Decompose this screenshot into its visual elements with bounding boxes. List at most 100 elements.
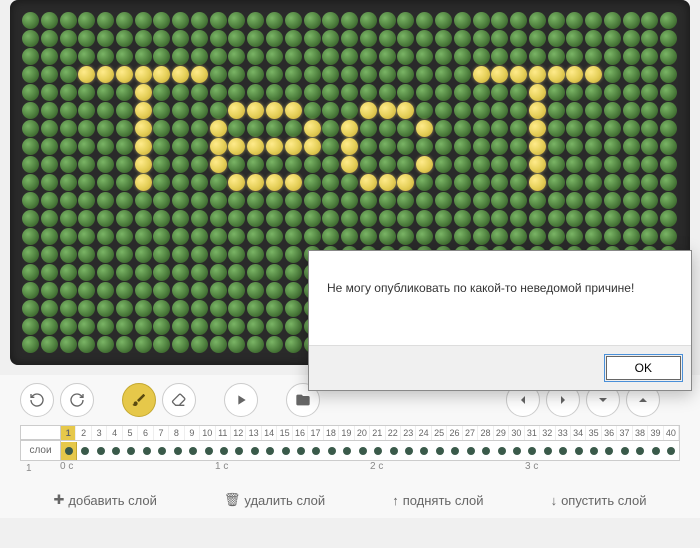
led-pixel[interactable] <box>454 12 471 29</box>
led-pixel[interactable] <box>22 228 39 245</box>
led-pixel[interactable] <box>585 138 602 155</box>
led-pixel[interactable] <box>304 12 321 29</box>
led-pixel[interactable] <box>379 138 396 155</box>
led-pixel[interactable] <box>210 192 227 209</box>
led-pixel[interactable] <box>266 282 283 299</box>
led-pixel[interactable] <box>360 156 377 173</box>
led-pixel[interactable] <box>548 210 565 227</box>
led-pixel[interactable] <box>566 120 583 137</box>
led-pixel[interactable] <box>97 30 114 47</box>
led-pixel[interactable] <box>266 12 283 29</box>
timeline-cell[interactable] <box>401 442 416 460</box>
led-pixel[interactable] <box>304 138 321 155</box>
led-pixel[interactable] <box>116 102 133 119</box>
led-pixel[interactable] <box>266 210 283 227</box>
led-pixel[interactable] <box>135 192 152 209</box>
led-pixel[interactable] <box>322 138 339 155</box>
led-pixel[interactable] <box>116 228 133 245</box>
led-pixel[interactable] <box>416 66 433 83</box>
led-pixel[interactable] <box>641 192 658 209</box>
led-pixel[interactable] <box>604 102 621 119</box>
led-pixel[interactable] <box>510 138 527 155</box>
led-pixel[interactable] <box>60 228 77 245</box>
led-pixel[interactable] <box>341 228 358 245</box>
led-pixel[interactable] <box>604 174 621 191</box>
frame-number[interactable]: 28 <box>478 426 493 440</box>
led-pixel[interactable] <box>78 12 95 29</box>
led-pixel[interactable] <box>191 120 208 137</box>
led-pixel[interactable] <box>435 102 452 119</box>
led-pixel[interactable] <box>491 192 508 209</box>
led-pixel[interactable] <box>78 120 95 137</box>
led-pixel[interactable] <box>322 102 339 119</box>
timeline-cell[interactable] <box>494 442 509 460</box>
led-pixel[interactable] <box>172 30 189 47</box>
led-pixel[interactable] <box>60 246 77 263</box>
led-pixel[interactable] <box>529 48 546 65</box>
led-pixel[interactable] <box>266 30 283 47</box>
led-pixel[interactable] <box>322 12 339 29</box>
led-pixel[interactable] <box>60 48 77 65</box>
led-pixel[interactable] <box>135 282 152 299</box>
led-pixel[interactable] <box>41 12 58 29</box>
led-pixel[interactable] <box>191 12 208 29</box>
led-pixel[interactable] <box>304 156 321 173</box>
led-pixel[interactable] <box>510 66 527 83</box>
led-pixel[interactable] <box>435 48 452 65</box>
led-pixel[interactable] <box>491 156 508 173</box>
led-pixel[interactable] <box>60 12 77 29</box>
led-pixel[interactable] <box>285 300 302 317</box>
led-pixel[interactable] <box>435 192 452 209</box>
led-pixel[interactable] <box>548 138 565 155</box>
led-pixel[interactable] <box>22 156 39 173</box>
led-pixel[interactable] <box>548 30 565 47</box>
led-pixel[interactable] <box>623 48 640 65</box>
led-pixel[interactable] <box>60 192 77 209</box>
frame-number[interactable]: 13 <box>246 426 261 440</box>
led-pixel[interactable] <box>78 156 95 173</box>
led-pixel[interactable] <box>116 246 133 263</box>
led-pixel[interactable] <box>153 318 170 335</box>
led-pixel[interactable] <box>623 30 640 47</box>
led-pixel[interactable] <box>322 48 339 65</box>
led-pixel[interactable] <box>529 192 546 209</box>
led-pixel[interactable] <box>360 84 377 101</box>
led-pixel[interactable] <box>397 138 414 155</box>
led-pixel[interactable] <box>360 102 377 119</box>
timeline-cell[interactable] <box>663 442 678 460</box>
led-pixel[interactable] <box>78 30 95 47</box>
lower-layer-button[interactable]: ↓ опустить слой <box>551 492 647 508</box>
brush-button[interactable] <box>122 383 156 417</box>
led-pixel[interactable] <box>172 120 189 137</box>
led-pixel[interactable] <box>623 210 640 227</box>
timeline-cell[interactable] <box>370 442 385 460</box>
led-pixel[interactable] <box>266 228 283 245</box>
led-pixel[interactable] <box>41 264 58 281</box>
led-pixel[interactable] <box>135 30 152 47</box>
led-pixel[interactable] <box>172 84 189 101</box>
led-pixel[interactable] <box>247 336 264 353</box>
frame-number[interactable]: 36 <box>602 426 617 440</box>
led-pixel[interactable] <box>491 84 508 101</box>
led-pixel[interactable] <box>78 174 95 191</box>
led-pixel[interactable] <box>41 318 58 335</box>
led-pixel[interactable] <box>135 300 152 317</box>
led-pixel[interactable] <box>41 48 58 65</box>
led-pixel[interactable] <box>322 210 339 227</box>
led-pixel[interactable] <box>548 156 565 173</box>
led-pixel[interactable] <box>135 84 152 101</box>
led-pixel[interactable] <box>641 30 658 47</box>
frame-number[interactable]: 6 <box>138 426 153 440</box>
led-pixel[interactable] <box>416 192 433 209</box>
led-pixel[interactable] <box>510 228 527 245</box>
led-pixel[interactable] <box>210 246 227 263</box>
led-pixel[interactable] <box>304 210 321 227</box>
led-pixel[interactable] <box>660 228 677 245</box>
play-button[interactable] <box>224 383 258 417</box>
led-pixel[interactable] <box>210 84 227 101</box>
led-pixel[interactable] <box>116 66 133 83</box>
led-pixel[interactable] <box>135 174 152 191</box>
led-pixel[interactable] <box>172 66 189 83</box>
frame-number[interactable]: 40 <box>664 426 679 440</box>
led-pixel[interactable] <box>60 318 77 335</box>
